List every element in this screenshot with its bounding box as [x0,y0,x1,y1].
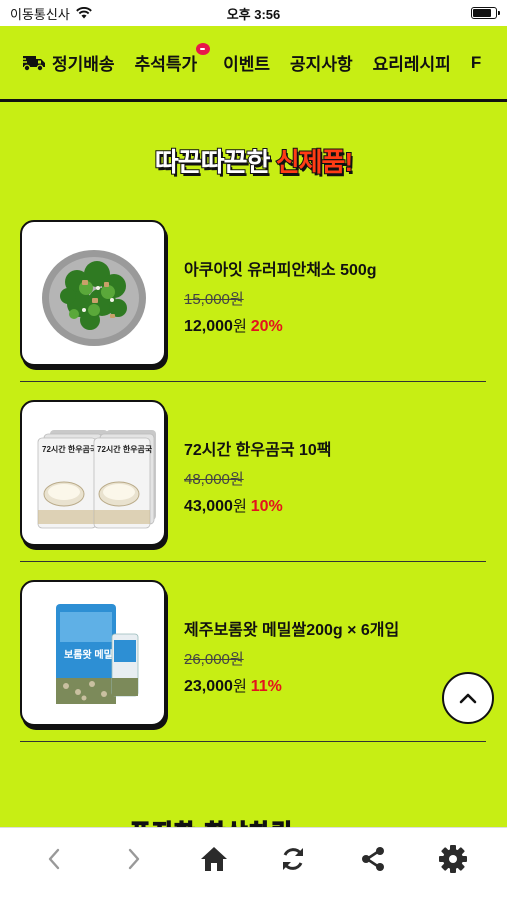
product-image-beef-soup[interactable]: 72시간 한우곰국 72시간 한우곰국 [20,400,166,546]
scroll-to-top-button[interactable] [442,672,494,724]
refresh-icon [283,848,304,870]
product-name[interactable]: 아쿠아잇 유러피안채소 500g [184,256,377,280]
home-icon [200,847,227,871]
home-button[interactable] [192,837,236,881]
product-original-price: 48,000원 [184,471,244,488]
status-bar: 이동통신사 오후 3:56 [0,0,507,26]
product-image-salad[interactable] [20,220,166,366]
chevron-up-icon [459,693,477,704]
product-image-buckwheat-rice[interactable]: 보롬왓 메밀쌀 [20,580,166,726]
nav-item-chuseok-sale[interactable]: 추석특가 [134,43,211,75]
carrier-label: 이동통신사 [10,6,70,22]
nav-item-event[interactable]: 이벤트 [223,50,270,75]
truck-icon [20,55,45,71]
nav-label: 정기배송 [52,55,115,74]
nav-label: 이벤트 [223,55,271,74]
nav-label: 추석특가 [134,55,198,74]
back-button[interactable] [32,837,76,881]
back-arrow-icon [48,848,60,870]
discount-rate: 11% [250,678,282,695]
share-icon [362,847,385,871]
nav-label: 공지사항 [290,55,353,74]
product-name[interactable]: 72시간 한우곰국 10팩 [184,436,332,460]
product-original-price: 15,000원 [184,291,244,308]
nav-label: F [470,52,482,72]
category-nav: 정기배송 추석특가 이벤트 공지사항 요리레시피 F [0,26,507,102]
nav-item-recipe[interactable]: 요리레시피 [373,50,451,75]
discount-rate: 20% [250,318,283,335]
share-button[interactable] [351,837,395,881]
price-currency: 원 [232,678,247,695]
settings-gear-icon [439,845,468,873]
price-currency: 원 [232,318,247,335]
settings-button[interactable] [431,837,475,881]
pack-label: 72시간 한우곰국 [97,444,153,454]
wifi-icon [76,7,92,19]
product-price: 23,000원 11% [184,675,399,696]
product-name[interactable]: 제주보롬왓 메밀쌀200g × 6개입 [184,616,399,640]
battery-icon [471,7,500,19]
nav-label: 요리레시피 [372,55,451,74]
product-item[interactable]: 보롬왓 메밀쌀 제주보롬왓 메밀쌀200g × 6개입 26,000원 23,0… [20,580,486,742]
price-value: 43,000 [184,498,233,515]
section-title-plain: 따끈따끈한 [154,146,272,178]
nav-item-more[interactable]: F [471,53,481,73]
refresh-button[interactable] [271,837,315,881]
section-title: 따끈따끈한 신제품! [0,142,507,179]
product-price: 43,000원 10% [184,495,332,516]
product-price: 12,000원 20% [184,315,377,336]
nav-item-subscription[interactable]: 정기배송 [20,50,115,75]
price-value: 23,000 [184,678,233,695]
forward-button[interactable] [112,837,156,881]
bottom-toolbar [0,827,507,900]
product-item[interactable]: 72시간 한우곰국 72시간 한우곰국 72시간 한우곰국 10팩 48,000… [20,400,486,562]
forward-arrow-icon [128,848,139,870]
notification-badge-icon [196,43,211,55]
price-currency: 원 [232,498,247,515]
nav-item-notice[interactable]: 공지사항 [290,50,353,75]
section-title-highlight: 신제품! [275,146,354,178]
product-original-price: 26,000원 [184,651,244,668]
discount-rate: 10% [250,498,283,515]
price-value: 12,000 [184,318,233,335]
product-item[interactable]: 아쿠아잇 유러피안채소 500g 15,000원 12,000원 20% [20,220,486,382]
pack-label: 72시간 한우곰국 [42,444,98,454]
